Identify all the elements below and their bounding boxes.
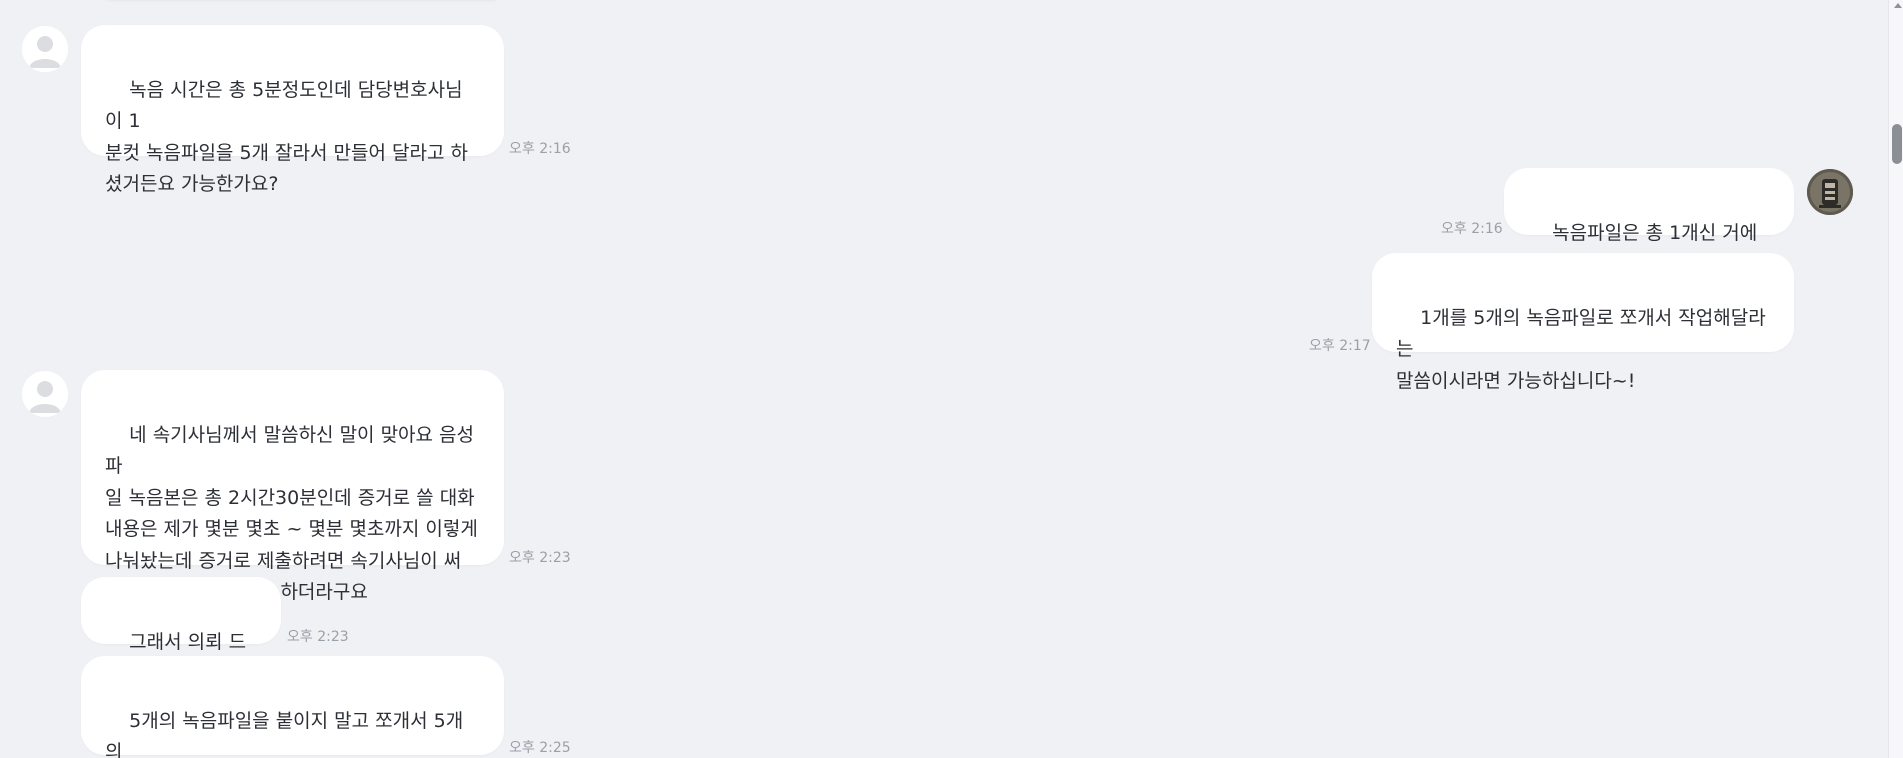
- default-user-avatar-icon: [22, 371, 68, 417]
- scrollbar-thumb[interactable]: [1892, 124, 1902, 164]
- sender-avatar[interactable]: [22, 371, 68, 417]
- message-bubble-received[interactable]: 그래서 의뢰 드려요: [81, 577, 281, 684]
- message-bubble-received[interactable]: 네 속기사님께서 말씀하신 말이 맞아요 음성파 일 녹음본은 총 2시간30분…: [81, 370, 504, 603]
- message-bubble-received[interactable]: 녹음 시간은 총 5분정도인데 담당변호사님이 1 분컷 녹음파일을 5개 잘라…: [81, 25, 504, 195]
- chat-window: 녹음 시간은 총 5분정도인데 담당변호사님이 1 분컷 녹음파일을 5개 잘라…: [0, 0, 1903, 758]
- message-time: 오후 2:23: [509, 550, 571, 566]
- scroll-up-arrow-icon[interactable]: [1894, 3, 1902, 8]
- agent-profile-avatar-icon: [1807, 169, 1853, 215]
- message-time: 오후 2:23: [287, 629, 349, 645]
- message-bubble-sent[interactable]: 1개를 5개의 녹음파일로 쪼개서 작업해달라는 말씀이시라면 가능하십니다~!: [1372, 253, 1794, 392]
- message-bubble-sent[interactable]: 녹음파일은 총 1개신 거에요~?: [1504, 168, 1794, 275]
- message-time: 오후 2:17: [1309, 338, 1371, 354]
- message-text: 녹음 시간은 총 5분정도인데 담당변호사님이 1 분컷 녹음파일을 5개 잘라…: [105, 78, 468, 196]
- message-text: 1개를 5개의 녹음파일로 쪼개서 작업해달라는 말씀이시라면 가능하십니다~!: [1396, 306, 1766, 392]
- sender-avatar[interactable]: [22, 26, 68, 72]
- message-time: 오후 2:25: [509, 740, 571, 756]
- default-user-avatar-icon: [22, 26, 68, 72]
- agent-avatar[interactable]: [1807, 169, 1853, 215]
- message-text: 5개의 녹음파일을 붙이지 말고 쪼개서 5개의 파일로 가능한가요?: [105, 709, 464, 758]
- vertical-scrollbar[interactable]: [1888, 0, 1903, 758]
- message-time: 오후 2:16: [1441, 221, 1503, 237]
- message-bubble-received[interactable]: 5개의 녹음파일을 붙이지 말고 쪼개서 5개의 파일로 가능한가요?: [81, 656, 504, 758]
- message-time: 오후 2:16: [509, 141, 571, 157]
